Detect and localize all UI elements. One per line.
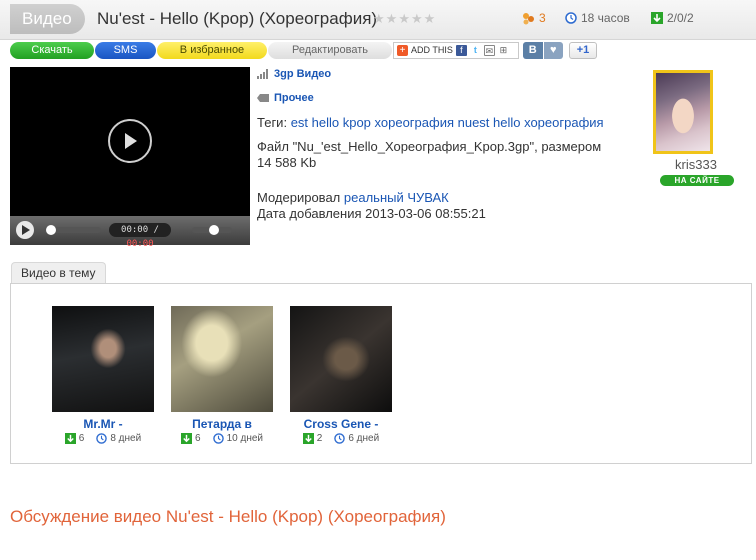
addthis-label: ADD THIS (411, 45, 453, 55)
sms-button[interactable]: SMS (95, 41, 156, 59)
age-stat: 18 часов (565, 11, 630, 25)
related-video-downloads: 6 (195, 433, 201, 444)
star-icon[interactable]: ★ (411, 12, 423, 26)
moderator-line: Модерировал реальный ЧУВАК (257, 190, 647, 206)
seek-bar[interactable] (44, 225, 101, 235)
file-line: Файл "Nu_'est_Hello_Хореография_Kpop.3gp… (257, 139, 602, 154)
views-stat: 3 (521, 11, 546, 25)
more-share-icon[interactable]: ⊞ (497, 44, 509, 56)
play-icon (125, 133, 137, 149)
related-video-downloads: 6 (78, 433, 85, 444)
category-3gp-link[interactable]: 3gp Видео (257, 68, 331, 80)
star-icon[interactable]: ★ (424, 12, 436, 26)
section-label[interactable]: Видео (10, 4, 85, 34)
volume-slider[interactable] (192, 225, 232, 235)
video-thumbnail[interactable] (171, 306, 273, 412)
moderator-label: Модерировал (257, 190, 341, 205)
related-video-meta: 6 8 дней (52, 433, 154, 444)
rating-stars[interactable]: ★ ★ ★ ★ ★ (373, 12, 435, 26)
vk-icon: В (523, 41, 543, 59)
download-button[interactable]: Скачать (10, 41, 94, 59)
date-value: 2013-03-06 08:55:21 (365, 206, 486, 221)
video-thumbnail[interactable] (52, 306, 154, 412)
download-arrow-icon (181, 433, 193, 444)
related-video-item[interactable]: Mr.Mr - 6 8 дней (52, 306, 154, 444)
related-video-item[interactable]: Cross Gene - 2 6 дней (290, 306, 392, 444)
clock-icon (96, 433, 108, 444)
avatar-image (656, 73, 710, 151)
download-arrow-icon (302, 433, 314, 444)
big-play-button[interactable] (108, 119, 152, 163)
users-icon (523, 12, 534, 24)
date-line: Дата добавления 2013-03-06 08:55:21 (257, 206, 647, 222)
tags-line: Теги: est hello kpop хореография nuest h… (257, 115, 647, 131)
related-video-title[interactable]: Mr.Mr - (52, 417, 154, 431)
related-video-title[interactable]: Петарда в (171, 417, 273, 431)
age-text: 18 часов (581, 11, 630, 25)
file-size: 14 588 Kb (257, 155, 317, 170)
related-video-age: 6 дней (348, 433, 380, 444)
star-icon[interactable]: ★ (373, 12, 385, 26)
video-player[interactable]: 00:00 / 00:00 (10, 67, 250, 249)
related-video-age: 8 дней (110, 433, 142, 444)
time-separator: / (153, 225, 159, 235)
heart-icon: ♥ (542, 41, 563, 59)
clock-icon (212, 433, 224, 444)
duration: 00:00 (126, 239, 154, 249)
facebook-icon[interactable]: f (455, 44, 467, 56)
date-label: Дата добавления (257, 206, 362, 221)
discussion-heading: Обсуждение видео Nu'est - Hello (Kpop) (… (10, 507, 446, 526)
category-other-label: Прочее (274, 92, 314, 104)
page-header: Видео Nu'est - Hello (Kpop) (Хореография… (0, 0, 756, 40)
star-icon[interactable]: ★ (386, 12, 398, 26)
plus-one-button[interactable]: +1 (569, 41, 597, 59)
download-arrow-icon (651, 12, 663, 24)
avatar[interactable] (653, 70, 713, 154)
play-button[interactable] (16, 221, 34, 239)
tags-label: Теги: (257, 115, 288, 130)
clock-icon (334, 433, 346, 444)
tab-related-videos[interactable]: Видео в тему (11, 262, 106, 284)
related-video-meta: 6 10 дней (171, 433, 273, 444)
category-other-link[interactable]: Прочее (257, 92, 314, 104)
action-bar: Скачать SMS В избранное Редактировать + … (10, 41, 597, 59)
signal-icon (257, 69, 268, 79)
downloads-stat: 2/0/2 (651, 11, 694, 25)
star-icon[interactable]: ★ (398, 12, 410, 26)
volume-handle[interactable] (209, 225, 219, 235)
favorite-button[interactable]: В избранное (157, 41, 267, 59)
related-video-age: 10 дней (226, 433, 263, 444)
category-3gp-label: 3gp Видео (274, 68, 332, 80)
views-count: 3 (539, 11, 546, 25)
related-video-title[interactable]: Cross Gene - (290, 417, 392, 431)
edit-button[interactable]: Редактировать (268, 41, 392, 59)
related-video-downloads: 2 (316, 433, 323, 444)
seek-handle[interactable] (46, 225, 56, 235)
related-video-item[interactable]: Петарда в 6 10 дней (171, 306, 273, 444)
twitter-icon[interactable]: t (469, 44, 481, 56)
online-status-badge: НА САЙТЕ (660, 175, 734, 186)
current-time: 00:00 (121, 225, 149, 235)
video-thumbnail[interactable] (290, 306, 392, 412)
time-display: 00:00 / 00:00 (109, 223, 171, 249)
addthis-plus-icon: + (397, 44, 408, 56)
download-arrow-icon (64, 433, 76, 444)
username[interactable]: kris333 (653, 157, 739, 172)
tags-links[interactable]: est hello kpop хореография nuest hello х… (291, 115, 604, 130)
page-title: Nu'est - Hello (Kpop) (Хореография) (97, 9, 378, 28)
related-videos-panel: Mr.Mr - 6 8 дней Петарда в 6 10 дней Cro… (10, 283, 752, 464)
moderator-link[interactable]: реальный ЧУВАК (344, 190, 449, 205)
play-icon (22, 225, 30, 235)
addthis-share-button[interactable]: + ADD THIS f t ✉ ⊞ (393, 41, 519, 59)
player-controls: 00:00 / 00:00 (10, 216, 250, 249)
vk-like-button[interactable]: В ♥ (523, 41, 563, 59)
downloads-text: 2/0/2 (667, 11, 694, 25)
related-video-meta: 2 6 дней (290, 433, 392, 444)
tag-icon (257, 94, 269, 102)
email-icon[interactable]: ✉ (483, 44, 495, 56)
video-info: Теги: est hello kpop хореография nuest h… (257, 115, 647, 222)
clock-icon (565, 12, 577, 24)
